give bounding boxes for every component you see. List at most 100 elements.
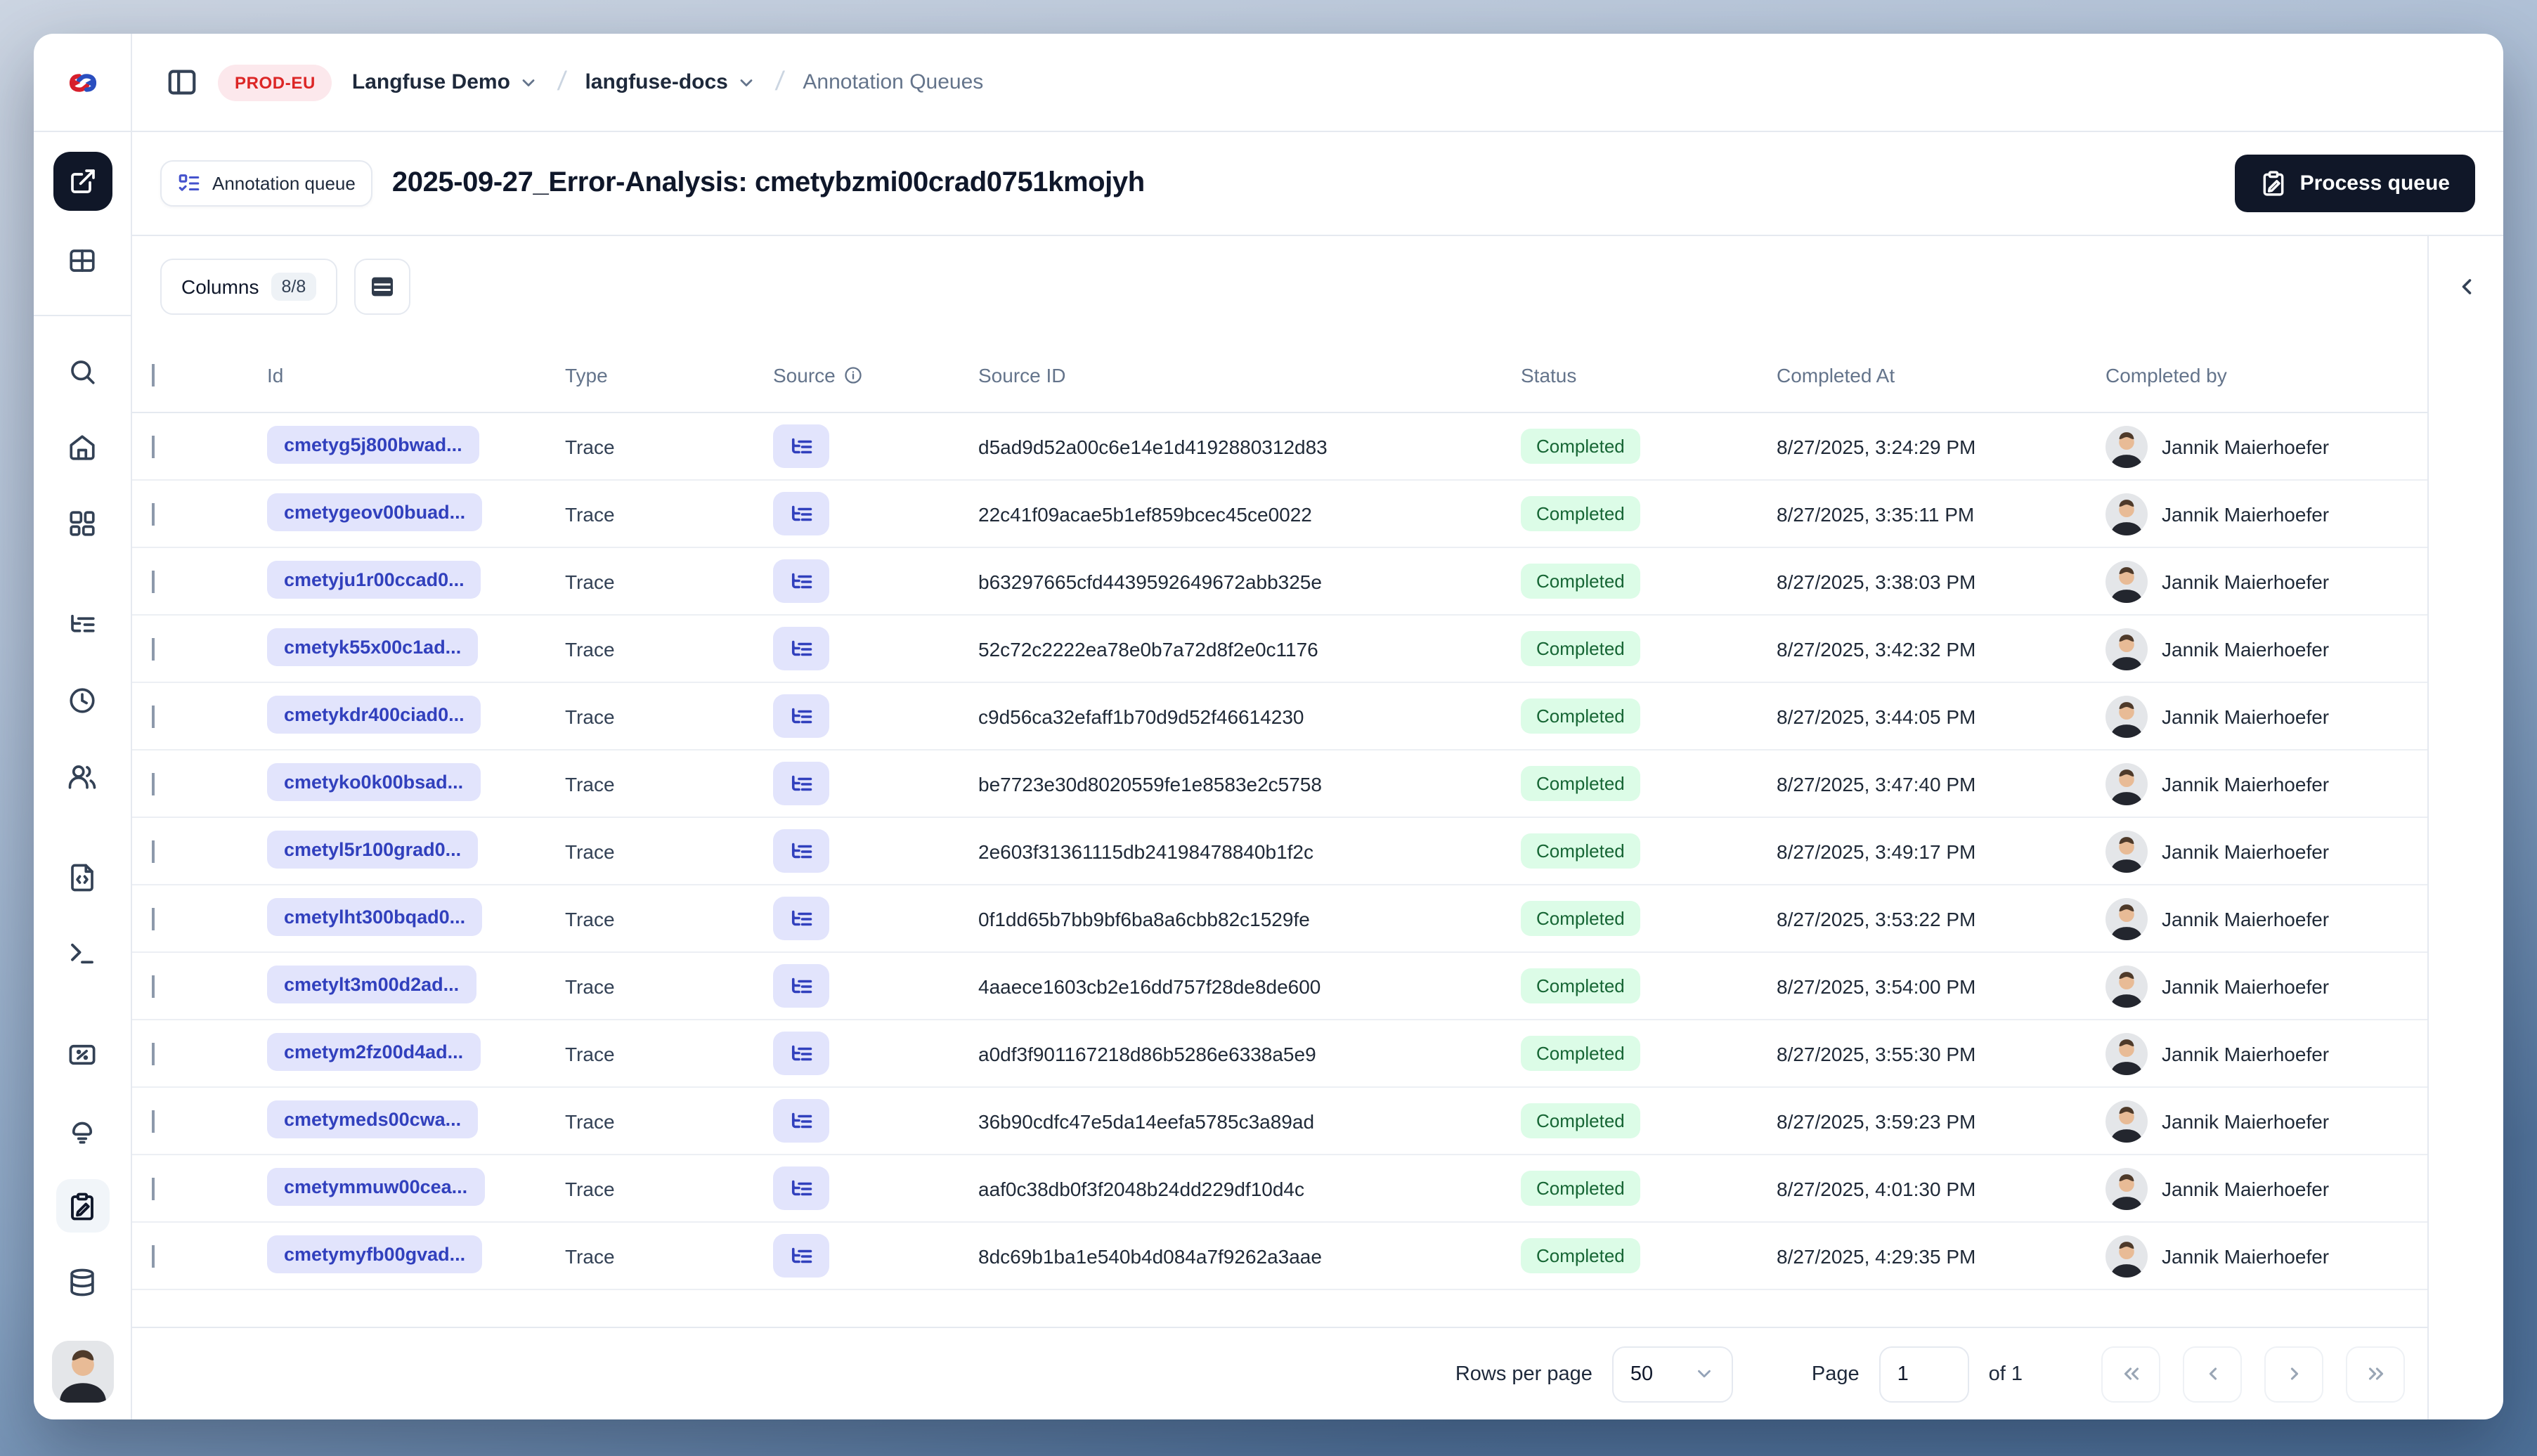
table-row[interactable]: cmetykdr400ciad0... Trace c9d56ca32efaff… [132,683,2427,750]
source-trace-link[interactable] [773,1234,829,1278]
row-checkbox[interactable] [152,1042,155,1065]
item-id-link[interactable]: cmetymyfb00gvad... [267,1235,483,1273]
source-trace-link[interactable] [773,492,829,535]
row-checkbox[interactable] [152,975,155,997]
source-id: 0f1dd65b7bb9bf6ba8a6cbb82c1529fe [978,907,1310,930]
sidebar-item-tables[interactable] [56,233,109,287]
terminal-icon [67,938,97,968]
rows-per-page-label: Rows per page [1455,1363,1592,1385]
row-checkbox[interactable] [152,435,155,457]
source-id: 8dc69b1ba1e540b4d084a7f9262a3aae [978,1244,1322,1267]
completed-by-name: Jannik Maierhoefer [2162,705,2330,727]
source-trace-link[interactable] [773,424,829,468]
columns-button[interactable]: Columns 8/8 [160,259,337,315]
select-all-checkbox[interactable] [152,363,155,386]
chevrons-right-icon [2363,1362,2387,1386]
previous-page-button[interactable] [2183,1346,2242,1402]
first-page-button[interactable] [2101,1346,2160,1402]
source-trace-link[interactable] [773,559,829,603]
item-id-link[interactable]: cmetygeov00buad... [267,493,483,531]
org-switcher[interactable]: Langfuse Demo [352,70,538,94]
table-row[interactable]: cmetymeds00cwa... Trace 36b90cdfc47e5da1… [132,1088,2427,1155]
item-id-link[interactable]: cmetymeds00cwa... [267,1100,479,1138]
item-id-link[interactable]: cmetyk55x00c1ad... [267,628,479,665]
sidebar-item-sessions[interactable] [56,673,109,727]
row-checkbox[interactable] [152,907,155,930]
row-checkbox[interactable] [152,570,155,592]
table-row[interactable]: cmetym2fz00d4ad... Trace a0df3f901167218… [132,1020,2427,1088]
environment-badge[interactable]: PROD-EU [218,64,332,100]
item-id-link[interactable]: cmetyju1r00ccad0... [267,560,481,598]
source-trace-link[interactable] [773,627,829,670]
sidebar-item-search[interactable] [56,344,109,398]
row-checkbox[interactable] [152,705,155,727]
last-page-button[interactable] [2346,1346,2405,1402]
sidebar-item-dashboards[interactable] [56,496,109,550]
sidebar-item-insights[interactable] [56,1103,109,1157]
item-type: Trace [565,1177,615,1200]
rows-per-page-select[interactable]: 50 [1611,1346,1733,1402]
source-id: d5ad9d52a00c6e14e1d4192880312d83 [978,435,1328,457]
sidebar-item-annotation-queues[interactable] [56,1179,109,1233]
process-queue-button[interactable]: Process queue [2235,155,2475,212]
table-row[interactable]: cmetyju1r00ccad0... Trace b63297665cfd44… [132,548,2427,616]
row-checkbox[interactable] [152,637,155,660]
table-row[interactable]: cmetyko0k00bsad... Trace be7723e30d80205… [132,750,2427,818]
user-avatar[interactable] [51,1341,113,1403]
row-checkbox[interactable] [152,1177,155,1200]
completed-by: Jannik Maierhoefer [2086,762,2427,805]
column-header-completed-by: Completed by [2105,363,2227,386]
table-row[interactable]: cmetymyfb00gvad... Trace 8dc69b1ba1e540b… [132,1223,2427,1290]
sidebar-toggle-button[interactable] [166,66,198,98]
item-id-link[interactable]: cmetym2fz00d4ad... [267,1032,481,1070]
item-id-link[interactable]: cmetylht300bqad0... [267,897,483,935]
completed-by-avatar [2105,493,2148,535]
row-checkbox[interactable] [152,1110,155,1132]
source-trace-link[interactable] [773,762,829,805]
sidebar-item-users[interactable] [56,749,109,802]
sidebar-item-datasets[interactable] [56,1255,109,1308]
item-id-link[interactable]: cmetymmuw00cea... [267,1167,485,1205]
table-row[interactable]: cmetygeov00buad... Trace 22c41f09acae5b1… [132,481,2427,548]
page-number-input[interactable] [1879,1346,1969,1402]
source-trace-link[interactable] [773,964,829,1008]
row-checkbox[interactable] [152,502,155,525]
completed-by-avatar [2105,695,2148,737]
sidebar-item-evaluators[interactable] [56,1027,109,1081]
source-trace-link[interactable] [773,694,829,738]
source-id: b63297665cfd4439592649672abb325e [978,570,1322,592]
info-icon[interactable] [844,365,864,384]
langfuse-logo-icon [65,65,99,99]
item-id-link[interactable]: cmetyko0k00bsad... [267,762,481,800]
table-row[interactable]: cmetyl5r100grad0... Trace 2e603f31361115… [132,818,2427,885]
source-trace-link[interactable] [773,829,829,873]
sidebar-item-home[interactable] [56,420,109,474]
table-row[interactable]: cmetylt3m00d2ad... Trace 4aaece1603cb2e1… [132,953,2427,1020]
collapse-panel-button[interactable] [2444,264,2489,309]
row-checkbox[interactable] [152,772,155,795]
breadcrumb-current-section[interactable]: Annotation Queues [803,70,983,94]
item-id-link[interactable]: cmetylt3m00d2ad... [267,965,476,1003]
source-trace-link[interactable] [773,1166,829,1210]
source-trace-link[interactable] [773,1099,829,1143]
status-badge: Completed [1521,833,1640,869]
sidebar-item-prompts[interactable] [56,850,109,904]
row-checkbox[interactable] [152,1244,155,1267]
row-checkbox[interactable] [152,840,155,862]
table-row[interactable]: cmetymmuw00cea... Trace aaf0c38db0f3f204… [132,1155,2427,1223]
external-link-button[interactable] [53,152,112,211]
sidebar-item-traces[interactable] [56,597,109,651]
sidebar-item-playground[interactable] [56,926,109,980]
item-id-link[interactable]: cmetykdr400ciad0... [267,695,481,733]
chevron-down-icon [519,72,538,92]
table-row[interactable]: cmetylht300bqad0... Trace 0f1dd65b7bb9bf… [132,885,2427,953]
table-row[interactable]: cmetyk55x00c1ad... Trace 52c72c2222ea78e… [132,616,2427,683]
next-page-button[interactable] [2264,1346,2323,1402]
table-row[interactable]: cmetyg5j800bwad... Trace d5ad9d52a00c6e1… [132,413,2427,481]
project-switcher[interactable]: langfuse-docs [585,70,755,94]
item-id-link[interactable]: cmetyg5j800bwad... [267,425,479,463]
source-trace-link[interactable] [773,1032,829,1075]
source-trace-link[interactable] [773,897,829,940]
row-height-button[interactable] [353,259,410,315]
item-id-link[interactable]: cmetyl5r100grad0... [267,830,479,868]
